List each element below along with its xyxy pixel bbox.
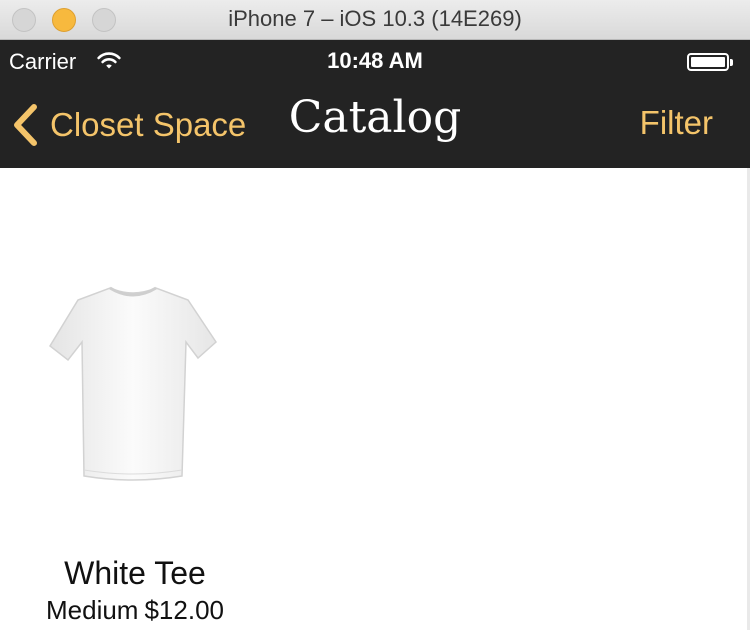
item-name: White Tee — [64, 555, 206, 591]
status-time: 10:48 AM — [327, 48, 423, 73]
item-size: Medium — [45, 595, 139, 625]
item-price: $12.00 — [144, 595, 224, 625]
item-size-price: Medium $12.00 — [20, 595, 250, 626]
catalog-item[interactable]: White Tee Medium $12.00 — [20, 250, 250, 630]
navigation-bar: Carrier 10:48 AM Closet Space Catalog Fi… — [0, 40, 750, 168]
simulator-title-bar: iPhone 7 – iOS 10.3 (14E269) — [0, 0, 750, 40]
filter-button[interactable]: Filter — [640, 104, 713, 142]
battery-level-fill — [691, 57, 725, 67]
white-tshirt-image — [49, 286, 217, 481]
page-title: Catalog — [288, 92, 462, 143]
battery-nub — [730, 59, 733, 66]
battery-icon — [687, 53, 733, 71]
window-title: iPhone 7 – iOS 10.3 (14E269) — [228, 6, 522, 31]
